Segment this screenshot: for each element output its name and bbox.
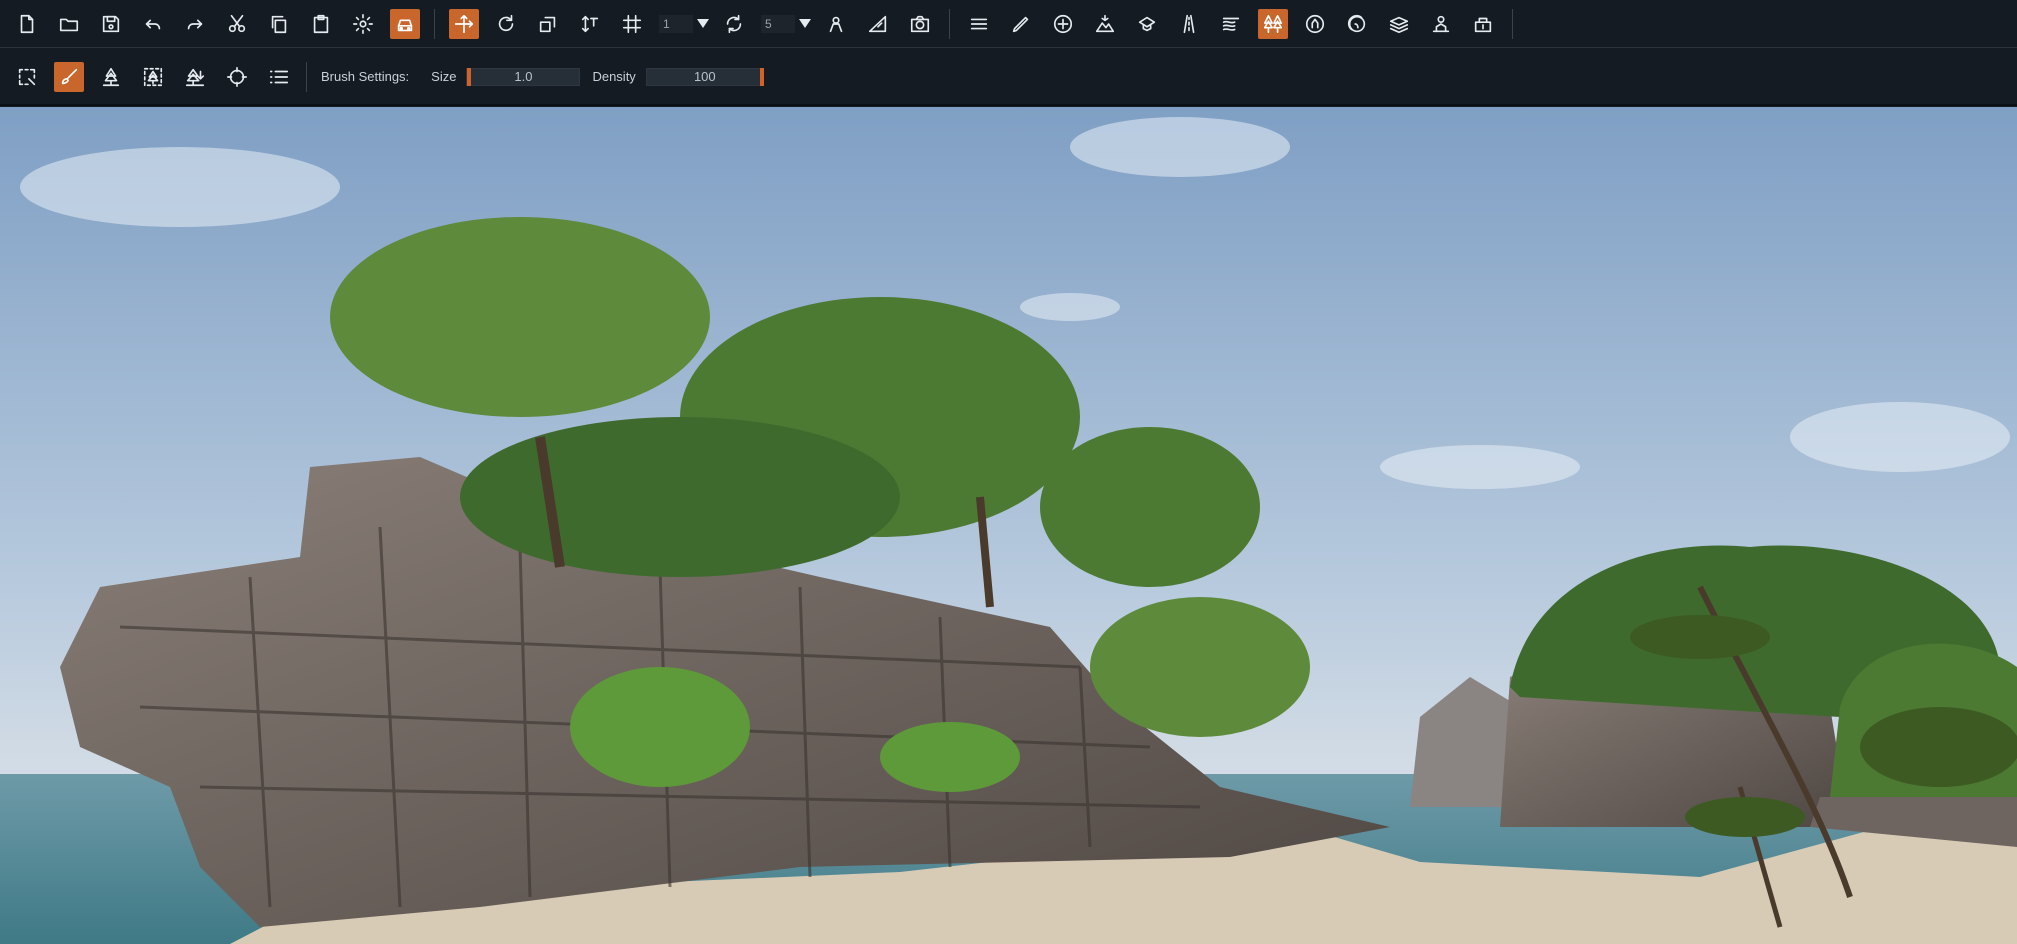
road-icon[interactable] [1174,9,1204,39]
rotate-icon[interactable] [491,9,521,39]
rotation-snap-dropdown[interactable]: 5 [761,13,811,35]
settings-gear-icon[interactable] [348,9,378,39]
size-value[interactable]: 1.0 [514,69,532,84]
selection-icon[interactable] [12,62,42,92]
rotation-snap-icon[interactable] [719,9,749,39]
paste-icon[interactable] [306,9,336,39]
grid-snap-dropdown[interactable]: 1 [659,13,709,35]
density-slider[interactable]: 100 [645,67,764,86]
undo-icon[interactable] [138,9,168,39]
redo-icon[interactable] [180,9,210,39]
cut-icon[interactable] [222,9,252,39]
toolbar-separator [434,8,435,39]
size-slider[interactable]: 1.0 [466,67,581,86]
density-slider-handle[interactable] [759,67,764,86]
layers-icon[interactable] [1384,9,1414,39]
camera-speed-icon[interactable] [821,9,851,39]
rotation-snap-value[interactable]: 5 [761,14,795,33]
brush-settings-label: Brush Settings: [321,69,410,84]
forest-icon[interactable] [1258,8,1288,39]
terrain-slope-icon[interactable] [863,9,893,39]
target-icon[interactable] [222,62,252,92]
3d-viewport[interactable] [0,107,2017,944]
screenshot-camera-icon[interactable] [905,9,935,39]
main-toolbar: 1 5 [0,0,2017,48]
paint-brush-icon[interactable] [54,61,84,92]
density-value[interactable]: 100 [694,69,716,84]
place-tree-icon[interactable] [96,62,126,92]
tree-fill-icon[interactable] [180,62,210,92]
move-gizmo-icon[interactable] [449,8,479,39]
save-icon[interactable] [96,9,126,39]
chevron-down-icon[interactable] [697,19,709,28]
toolbar-separator [1512,8,1513,39]
vertical-snap-icon[interactable] [575,9,605,39]
size-slider-handle[interactable] [467,67,472,86]
size-label: Size [431,69,457,84]
cargo-icon[interactable] [1468,9,1498,39]
terrain-sculpt-icon[interactable] [1090,9,1120,39]
chevron-down-icon[interactable] [799,19,811,28]
prefab-icon[interactable] [1132,9,1162,39]
material-icon[interactable] [1342,9,1372,39]
open-folder-icon[interactable] [54,9,84,39]
environment-icon[interactable] [1300,9,1330,39]
copy-icon[interactable] [264,9,294,39]
add-circle-icon[interactable] [1048,9,1078,39]
scale-icon[interactable] [533,9,563,39]
grid-snap-icon[interactable] [617,9,647,39]
menu-list-icon[interactable] [964,9,994,39]
grid-snap-value[interactable]: 1 [659,14,693,33]
brush-toolbar: Brush Settings: Size 1.0 Density 100 [0,49,2017,106]
toolbar-separator [949,8,950,39]
toolbar-separator [306,61,307,92]
ai-character-icon[interactable] [1426,9,1456,39]
pencil-edit-icon[interactable] [1006,9,1036,39]
erase-area-icon[interactable] [138,62,168,92]
list-icon[interactable] [264,62,294,92]
vehicle-icon[interactable] [390,8,420,39]
new-file-icon[interactable] [12,9,42,39]
river-icon[interactable] [1216,9,1246,39]
scene-render[interactable] [0,107,2017,944]
density-label: Density [592,69,636,84]
